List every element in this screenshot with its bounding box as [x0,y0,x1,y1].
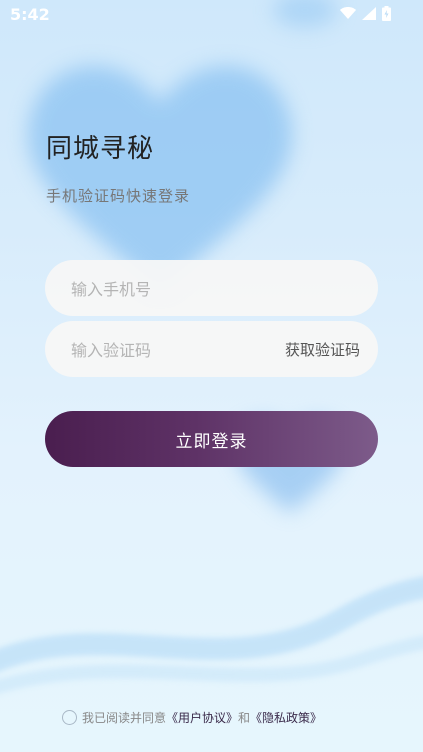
code-input[interactable] [69,321,273,379]
signal-icon [362,7,376,20]
status-icons [340,6,391,21]
status-time: 5:42 [10,5,50,24]
agreement-and: 和 [238,711,251,725]
agreement: 我已阅读并同意 《用户协议》 和 《隐私政策》 [62,709,322,726]
agreement-prefix: 我已阅读并同意 [82,711,167,725]
wave-decoration [0,576,423,694]
page-title: 同城寻秘 [46,134,155,164]
status-bar: 5:42 [0,0,423,28]
code-field: 获取验证码 [45,321,378,379]
agree-checkbox[interactable] [62,710,77,725]
login-button[interactable]: 立即登录 [45,411,378,467]
get-code-button[interactable]: 获取验证码 [285,339,360,360]
wifi-icon [340,7,356,19]
phone-input[interactable] [69,260,273,318]
page-subtitle: 手机验证码快速登录 [46,187,191,205]
phone-field [45,260,378,318]
user-agreement-link[interactable]: 《用户协议》 [166,709,238,726]
privacy-policy-link[interactable]: 《隐私政策》 [250,709,322,726]
battery-icon [382,6,391,21]
